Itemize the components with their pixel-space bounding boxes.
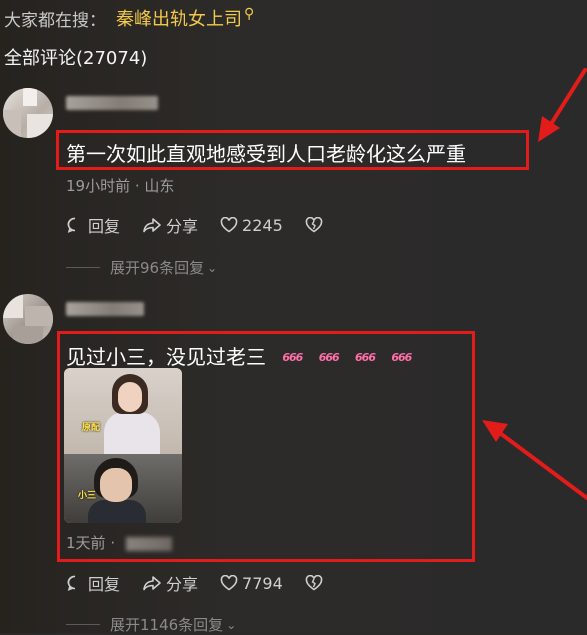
broken-heart-icon (305, 575, 323, 591)
reply-icon (67, 575, 76, 591)
heart-icon (220, 217, 238, 233)
dislike-button[interactable] (305, 575, 327, 591)
chevron-down-icon: ⌄ (207, 260, 218, 275)
trending-search-topic[interactable]: 秦峰出轨女上司 (116, 5, 242, 31)
avatar[interactable] (3, 88, 53, 138)
trending-search-bar[interactable]: 大家都在搜： 秦峰出轨女上司 ⚲ (4, 3, 254, 33)
like-count: 2245 (242, 215, 283, 235)
search-icon[interactable]: ⚲ (244, 6, 254, 22)
share-icon (143, 218, 161, 233)
username-blurred[interactable] (66, 96, 158, 110)
comment-meta: 19小时前 · 山东 (66, 175, 174, 196)
share-button[interactable]: 分享 (142, 213, 198, 237)
red-highlight-box (56, 130, 529, 170)
chevron-down-icon: ⌄ (226, 617, 237, 632)
avatar[interactable] (3, 294, 53, 344)
like-button[interactable]: 2245 (220, 216, 283, 235)
comment-time: 19小时前 (66, 177, 131, 195)
heart-icon (220, 575, 238, 591)
expand-replies-button[interactable]: 展开1146条回复 ⌄ (66, 614, 236, 635)
divider-line (66, 624, 100, 625)
reply-label: 回复 (88, 575, 121, 594)
share-button[interactable]: 分享 (142, 571, 198, 595)
broken-heart-icon (305, 217, 323, 233)
reply-label: 回复 (88, 217, 121, 236)
expand-replies-button[interactable]: 展开96条回复 ⌄ (66, 257, 217, 278)
reply-button[interactable]: 回复 (66, 213, 120, 237)
reply-icon (67, 217, 76, 233)
share-label: 分享 (166, 217, 199, 236)
comment-location: 山东 (144, 177, 175, 195)
meta-separator: · (134, 177, 145, 195)
expand-replies-label: 展开1146条回复 (110, 616, 224, 634)
trending-search-prefix: 大家都在搜： (4, 10, 106, 31)
expand-replies-label: 展开96条回复 (110, 259, 205, 277)
username-blurred[interactable] (66, 302, 144, 316)
reply-button[interactable]: 回复 (66, 571, 120, 595)
like-button[interactable]: 7794 (220, 574, 283, 593)
dislike-button[interactable] (305, 217, 327, 233)
comment-actions: 回复 分享 2245 (66, 213, 349, 237)
divider-line (66, 267, 100, 268)
comment-actions: 回复 分享 7794 (66, 571, 349, 595)
like-count: 7794 (242, 573, 283, 593)
comments-count-header: 全部评论(27074) (4, 48, 148, 69)
share-label: 分享 (166, 575, 199, 594)
share-icon (143, 576, 161, 591)
red-highlight-box (57, 331, 475, 562)
